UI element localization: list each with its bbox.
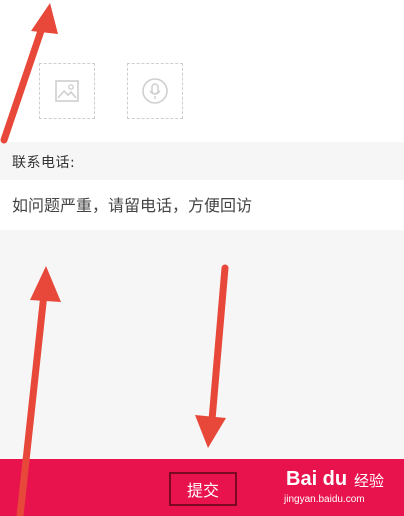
phone-label: 联系电话:	[12, 155, 76, 171]
phone-input[interactable]	[0, 180, 404, 230]
add-image-button[interactable]	[39, 63, 95, 119]
microphone-icon	[142, 78, 168, 104]
image-icon	[55, 80, 79, 102]
watermark-text: 经验	[354, 472, 385, 490]
watermark-url: jingyan.baidu.com	[284, 494, 365, 505]
watermark-logo: Bai du	[286, 468, 348, 490]
submit-button[interactable]: 提交	[169, 472, 237, 506]
arrow-down-icon	[195, 264, 229, 448]
baidu-watermark: Bai du 经验 jingyan.baidu.com	[280, 466, 400, 512]
add-voice-button[interactable]	[127, 63, 183, 119]
